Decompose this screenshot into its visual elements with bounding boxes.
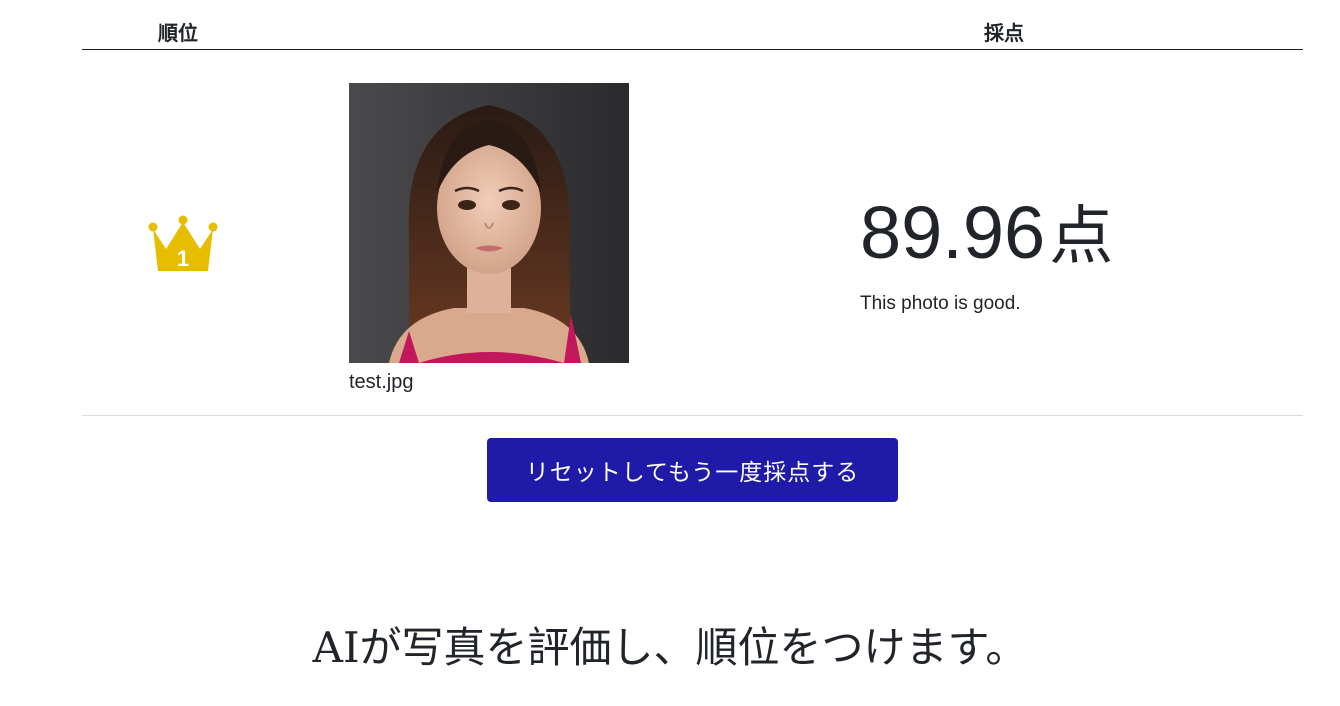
score-column-header: 採点 <box>984 21 1024 45</box>
score-comment: This photo is good. <box>860 293 1021 314</box>
rank-number: 1 <box>177 246 189 271</box>
crown-icon: 1 <box>148 215 218 271</box>
rank-column-header: 順位 <box>158 21 198 45</box>
portrait-image <box>349 83 629 363</box>
table-header: 順位 採点 <box>82 0 1303 50</box>
page-tagline: AIが写真を評価し、順位をつけます。 <box>312 623 1028 672</box>
score-value: 89.96 <box>860 191 1046 274</box>
results-table: 順位 採点 1 test.jpg 89.96点 This photo is go… <box>82 0 1303 416</box>
score-unit: 点 <box>1049 200 1114 274</box>
score-display: 89.96点 <box>860 190 1113 280</box>
table-row: 1 test.jpg 89.96点 This photo is good. <box>82 50 1303 416</box>
photo-filename: test.jpg <box>349 371 414 393</box>
uploaded-photo <box>349 83 629 363</box>
reset-and-rescore-button[interactable]: リセットしてもう一度採点する <box>487 438 898 502</box>
